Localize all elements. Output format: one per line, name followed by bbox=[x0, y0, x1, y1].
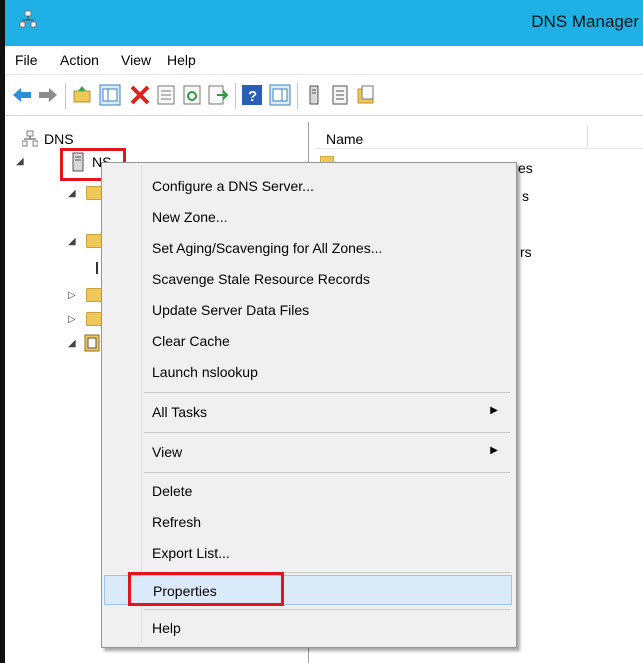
menu-item-label: Set Aging/Scavenging for All Zones... bbox=[152, 240, 383, 256]
menu-item-clear-cache[interactable]: Clear Cache bbox=[104, 326, 512, 356]
new-zone-icon[interactable] bbox=[355, 84, 377, 106]
collapse-icon[interactable]: ◢ bbox=[68, 188, 76, 199]
back-arrow-icon[interactable] bbox=[11, 84, 33, 106]
expand-icon[interactable]: ▷ bbox=[68, 290, 76, 301]
menu-item-export-list[interactable]: Export List... bbox=[104, 538, 512, 568]
action-pane-icon[interactable] bbox=[269, 84, 291, 106]
menu-separator bbox=[144, 609, 510, 610]
collapse-icon[interactable]: ◢ bbox=[68, 236, 76, 247]
show-hide-tree-icon[interactable] bbox=[99, 84, 121, 106]
up-folder-icon[interactable] bbox=[71, 84, 93, 106]
submenu-arrow-icon: ▶ bbox=[490, 445, 498, 456]
window-title: DNS Manager bbox=[531, 12, 639, 31]
menu-item-launch-nslookup[interactable]: Launch nslookup bbox=[104, 357, 512, 387]
collapse-icon[interactable]: ◢ bbox=[68, 338, 76, 349]
column-header-name[interactable]: Name bbox=[326, 131, 363, 147]
properties-icon[interactable] bbox=[155, 84, 177, 106]
submenu-arrow-icon: ▶ bbox=[490, 405, 498, 416]
menu-item-label: Launch nslookup bbox=[152, 364, 258, 380]
log-icon[interactable] bbox=[84, 334, 100, 352]
list-item[interactable]: es bbox=[518, 160, 533, 176]
toolbar-separator bbox=[297, 83, 298, 109]
dns-manager-icon bbox=[19, 10, 37, 28]
toolbar-separator bbox=[65, 83, 66, 109]
menu-item-configure-dns-server[interactable]: Configure a DNS Server... bbox=[104, 171, 512, 201]
toolbar: ? bbox=[5, 75, 643, 116]
menu-bar: File Action View Help bbox=[5, 46, 643, 75]
menu-item-label: Clear Cache bbox=[152, 333, 230, 349]
properties-highlight-box bbox=[128, 572, 284, 606]
menu-item-label: Export List... bbox=[152, 545, 230, 561]
list-icon[interactable] bbox=[329, 84, 351, 106]
menu-item-new-zone[interactable]: New Zone... bbox=[104, 202, 512, 232]
menu-item-scavenge-stale-records[interactable]: Scavenge Stale Resource Records bbox=[104, 264, 512, 294]
dns-icon bbox=[22, 130, 38, 147]
menu-item-set-aging-scavenging[interactable]: Set Aging/Scavenging for All Zones... bbox=[104, 233, 512, 263]
menu-item-label: All Tasks bbox=[152, 404, 207, 420]
collapse-icon[interactable]: ◢ bbox=[16, 156, 24, 167]
tree-line bbox=[96, 262, 98, 274]
menu-item-label: New Zone... bbox=[152, 209, 228, 225]
list-item[interactable]: rs bbox=[520, 244, 532, 260]
menu-item-label: Configure a DNS Server... bbox=[152, 178, 314, 194]
export-list-icon[interactable] bbox=[207, 84, 229, 106]
menu-separator bbox=[144, 472, 510, 473]
column-header: Name bbox=[316, 122, 643, 149]
server-icon[interactable] bbox=[303, 84, 325, 106]
tree-item-dns-root[interactable]: DNS bbox=[22, 130, 122, 150]
menu-file[interactable]: File bbox=[15, 52, 38, 68]
menu-item-all-tasks[interactable]: All Tasks ▶ bbox=[104, 397, 512, 427]
menu-item-view[interactable]: View ▶ bbox=[104, 437, 512, 467]
refresh-icon[interactable] bbox=[181, 84, 203, 106]
menu-item-label: View bbox=[152, 444, 183, 460]
toolbar-separator bbox=[235, 83, 236, 109]
column-divider[interactable] bbox=[587, 125, 588, 147]
menu-item-label: Refresh bbox=[152, 514, 202, 530]
svg-text:?: ? bbox=[248, 88, 257, 105]
delete-icon[interactable] bbox=[129, 84, 151, 106]
menu-item-label: Help bbox=[152, 620, 181, 636]
menu-item-label: Delete bbox=[152, 483, 193, 499]
menu-item-label: Scavenge Stale Resource Records bbox=[152, 271, 370, 287]
list-item[interactable]: s bbox=[522, 188, 529, 204]
help-icon[interactable]: ? bbox=[241, 84, 263, 106]
tree-item-label: DNS bbox=[44, 131, 74, 147]
menu-item-update-server-data-files[interactable]: Update Server Data Files bbox=[104, 295, 512, 325]
menu-view[interactable]: View bbox=[121, 52, 151, 68]
title-bar: DNS Manager bbox=[5, 0, 643, 46]
menu-separator bbox=[144, 432, 510, 433]
menu-help[interactable]: Help bbox=[167, 52, 196, 68]
menu-separator bbox=[144, 392, 510, 393]
menu-item-delete[interactable]: Delete bbox=[104, 476, 512, 506]
menu-action[interactable]: Action bbox=[60, 52, 99, 68]
expand-icon[interactable]: ▷ bbox=[68, 314, 76, 325]
forward-arrow-icon[interactable] bbox=[37, 84, 59, 106]
menu-item-help[interactable]: Help bbox=[104, 613, 512, 643]
menu-item-label: Update Server Data Files bbox=[152, 302, 310, 318]
menu-item-refresh[interactable]: Refresh bbox=[104, 507, 512, 537]
